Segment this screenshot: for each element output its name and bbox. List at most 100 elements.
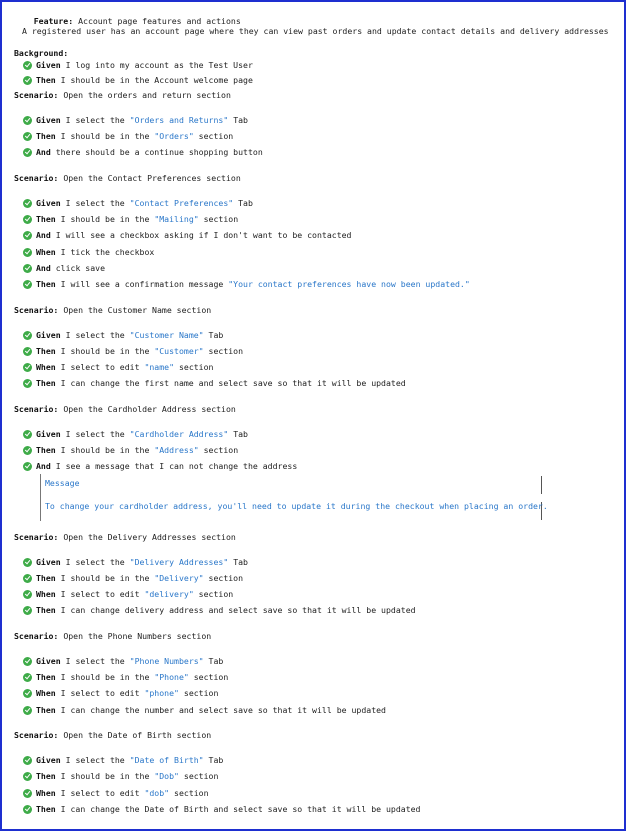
step-argument: "Phone Numbers" bbox=[129, 656, 204, 666]
check-circle-icon bbox=[23, 772, 32, 781]
step-keyword: When bbox=[36, 688, 56, 698]
scenario-title: Open the orders and return section bbox=[63, 90, 231, 100]
scenario-title: Open the Customer Name section bbox=[63, 305, 212, 315]
step-line: Then I should be in the "Phone" section bbox=[36, 672, 228, 683]
check-circle-icon bbox=[23, 574, 32, 583]
step-argument: "Cardholder Address" bbox=[129, 429, 229, 439]
step-keyword: Given bbox=[36, 557, 61, 567]
step-argument: "Address" bbox=[154, 445, 199, 455]
step-argument: "Phone" bbox=[154, 672, 189, 682]
scenario-keyword: Scenario: bbox=[14, 404, 59, 414]
step-text: section bbox=[193, 589, 234, 599]
step-line: When I select to edit "delivery" section bbox=[36, 589, 233, 600]
step-keyword: Given bbox=[36, 656, 61, 666]
feature-description: A registered user has an account page wh… bbox=[22, 26, 609, 36]
step-keyword: Then bbox=[36, 378, 56, 388]
step-text: I should be in the bbox=[55, 771, 155, 781]
step-line: Then I can change the number and select … bbox=[36, 705, 386, 716]
step-text: Tab bbox=[203, 755, 224, 765]
step-keyword: When bbox=[36, 362, 56, 372]
check-circle-icon bbox=[23, 231, 32, 240]
step-text: section bbox=[169, 788, 209, 798]
step-keyword: Given bbox=[36, 198, 61, 208]
step-line: When I tick the checkbox bbox=[36, 247, 154, 258]
scenario-keyword: Scenario: bbox=[14, 305, 59, 315]
step-keyword: Given bbox=[36, 115, 61, 125]
check-circle-icon bbox=[23, 215, 32, 224]
step-keyword: Given bbox=[36, 429, 61, 439]
step-line: When I select to edit "name" section bbox=[36, 362, 213, 373]
step-text: I select the bbox=[60, 755, 130, 765]
step-argument: "Date of Birth" bbox=[129, 755, 204, 765]
scenario-keyword: Scenario: bbox=[14, 631, 59, 641]
step-argument: "Delivery Addresses" bbox=[129, 557, 229, 567]
step-line: Given I select the "Delivery Addresses" … bbox=[36, 557, 248, 568]
check-circle-icon bbox=[23, 789, 32, 798]
step-keyword: And bbox=[36, 461, 51, 471]
step-text: Tab bbox=[228, 115, 248, 125]
step-line: Then I should be in the "Customer" secti… bbox=[36, 346, 243, 357]
check-circle-icon bbox=[23, 148, 32, 157]
step-text: I will see a confirmation message bbox=[55, 279, 229, 289]
step-line: Then I should be in the "Mailing" sectio… bbox=[36, 214, 238, 225]
step-text: I can change the number and select save … bbox=[55, 705, 386, 715]
check-circle-icon bbox=[23, 673, 32, 682]
step-keyword: Then bbox=[36, 445, 56, 455]
step-text: I select the bbox=[60, 429, 130, 439]
step-text: I select the bbox=[60, 198, 130, 208]
check-circle-icon bbox=[23, 248, 32, 257]
check-circle-icon bbox=[23, 363, 32, 372]
step-argument: "Customer" bbox=[154, 346, 204, 356]
step-text: Tab bbox=[233, 198, 253, 208]
check-circle-icon bbox=[23, 76, 32, 85]
check-circle-icon bbox=[23, 590, 32, 599]
check-circle-icon bbox=[23, 756, 32, 765]
step-keyword: Then bbox=[36, 771, 56, 781]
step-line: And click save bbox=[36, 263, 105, 274]
step-text: I see a message that I can not change th… bbox=[50, 461, 298, 471]
docstring-message-box: Message To change your cardholder address… bbox=[40, 474, 548, 521]
scenario-header: Scenario: Open the Delivery Addresses se… bbox=[14, 532, 236, 543]
step-keyword: Then bbox=[36, 804, 56, 814]
step-text: I should be in the Account welcome page bbox=[55, 75, 253, 85]
step-keyword: Given bbox=[36, 755, 61, 765]
step-text: I select to edit bbox=[55, 362, 145, 372]
step-argument: "phone" bbox=[144, 688, 179, 698]
step-line: Then I should be in the Account welcome … bbox=[36, 75, 253, 86]
scenario-header: Scenario: Open the Cardholder Address se… bbox=[14, 404, 236, 415]
step-keyword: Then bbox=[36, 605, 56, 615]
step-argument: "Mailing" bbox=[154, 214, 199, 224]
step-text: I should be in the bbox=[55, 131, 155, 141]
step-text: I should be in the bbox=[55, 573, 155, 583]
step-keyword: Then bbox=[36, 672, 56, 682]
step-text: I log into my account as the Test User bbox=[60, 60, 253, 70]
step-text: section bbox=[198, 214, 239, 224]
scenario-title: Open the Cardholder Address section bbox=[63, 404, 236, 414]
step-text: I select to edit bbox=[55, 688, 145, 698]
step-text: Tab bbox=[228, 557, 248, 567]
step-keyword: Then bbox=[36, 131, 56, 141]
step-text: section bbox=[188, 672, 229, 682]
step-keyword: And bbox=[36, 230, 51, 240]
docstring-right-border bbox=[541, 476, 542, 494]
step-text: section bbox=[178, 688, 219, 698]
step-keyword: Given bbox=[36, 330, 61, 340]
step-keyword: Then bbox=[36, 279, 56, 289]
step-text: I select the bbox=[60, 330, 130, 340]
step-line: Given I log into my account as the Test … bbox=[36, 60, 253, 71]
step-line: Then I will see a confirmation message "… bbox=[36, 279, 470, 290]
check-circle-icon bbox=[23, 558, 32, 567]
step-text: Tab bbox=[203, 330, 224, 340]
step-keyword: And bbox=[36, 263, 51, 273]
step-argument: "dob" bbox=[144, 788, 170, 798]
scenario-header: Scenario: Open the orders and return sec… bbox=[14, 90, 231, 101]
step-keyword: Given bbox=[36, 60, 61, 70]
check-circle-icon bbox=[23, 199, 32, 208]
step-text: Tab bbox=[228, 429, 248, 439]
scenario-header: Scenario: Open the Phone Numbers section bbox=[14, 631, 211, 642]
step-keyword: When bbox=[36, 788, 56, 798]
step-argument: "Orders and Returns" bbox=[129, 115, 229, 125]
scenario-header: Scenario: Open the Contact Preferences s… bbox=[14, 173, 241, 184]
step-keyword: Then bbox=[36, 346, 56, 356]
step-text: I select the bbox=[60, 656, 130, 666]
